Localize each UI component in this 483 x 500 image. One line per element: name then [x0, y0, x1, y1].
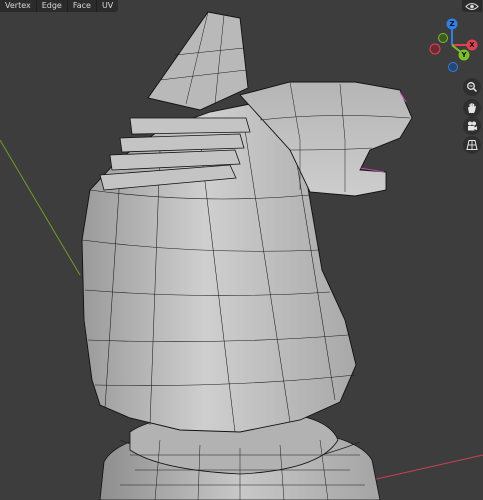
x-axis-line — [371, 454, 483, 481]
camera-view-button[interactable] — [463, 117, 481, 135]
camera-icon — [468, 121, 477, 131]
overlay-toggle[interactable] — [462, 0, 482, 12]
gizmo-neg-x[interactable] — [429, 43, 441, 55]
gizmo-neg-y[interactable] — [438, 33, 448, 43]
menu-face[interactable]: Face — [68, 0, 97, 12]
gizmo-x-label: X — [469, 41, 475, 49]
hand-icon — [468, 102, 476, 113]
zoom-icon — [467, 82, 478, 93]
gizmo-z-label: Z — [449, 20, 454, 28]
navigation-gizmo[interactable]: Z X Y — [423, 16, 481, 74]
grid-icon — [466, 140, 478, 150]
menu-edge[interactable]: Edge — [37, 0, 68, 12]
3d-viewport[interactable] — [0, 0, 483, 500]
edit-mode-menu: Vertex Edge Face UV — [0, 0, 119, 12]
menu-vertex[interactable]: Vertex — [0, 0, 37, 12]
zoom-button[interactable] — [463, 78, 481, 96]
pan-button[interactable] — [463, 99, 481, 117]
gizmo-y-label: Y — [460, 51, 467, 59]
mesh-ear — [147, 11, 249, 111]
eye-icon — [465, 2, 479, 10]
menu-uv[interactable]: UV — [97, 0, 118, 12]
gizmo-neg-z[interactable] — [448, 62, 458, 72]
perspective-toggle-button[interactable] — [463, 136, 481, 154]
y-axis-line — [0, 139, 81, 276]
knight-mesh[interactable] — [81, 11, 413, 500]
